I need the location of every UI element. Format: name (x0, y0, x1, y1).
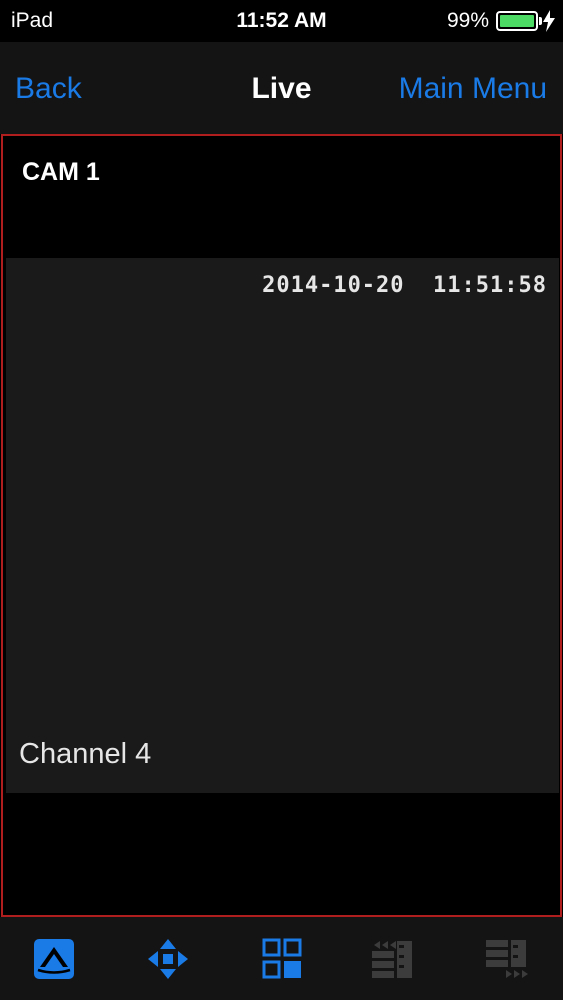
live-view-button[interactable] (29, 934, 79, 984)
main-menu-button[interactable]: Main Menu (399, 72, 547, 106)
forward-playback-icon (486, 940, 528, 978)
grid-layout-button[interactable] (257, 934, 307, 984)
video-feed[interactable]: 2014-10-20 11:51:58 Channel 4 (6, 258, 559, 793)
bottom-toolbar (0, 917, 563, 1000)
forward-playback-button[interactable] (482, 934, 532, 984)
rewind-playback-icon (372, 941, 412, 978)
grid-layout-icon (262, 938, 302, 979)
battery-icon (496, 11, 542, 31)
rewind-playback-button[interactable] (368, 934, 418, 984)
osd-timestamp: 2014-10-20 11:51:58 (262, 273, 547, 298)
navigation-bar: Back Live Main Menu (0, 42, 563, 134)
live-video-panel[interactable]: CAM 1 2014-10-20 11:51:58 Channel 4 (1, 134, 562, 917)
status-bar: iPad 11:52 AM 99% (0, 0, 563, 42)
ptz-arrows-icon (148, 939, 188, 979)
live-view-icon (34, 939, 74, 979)
osd-channel-label: Channel 4 (19, 738, 152, 770)
camera-label: CAM 1 (22, 158, 100, 186)
battery-percent: 99% (446, 9, 489, 32)
charging-bolt-icon (543, 10, 555, 32)
ptz-control-button[interactable] (143, 934, 193, 984)
